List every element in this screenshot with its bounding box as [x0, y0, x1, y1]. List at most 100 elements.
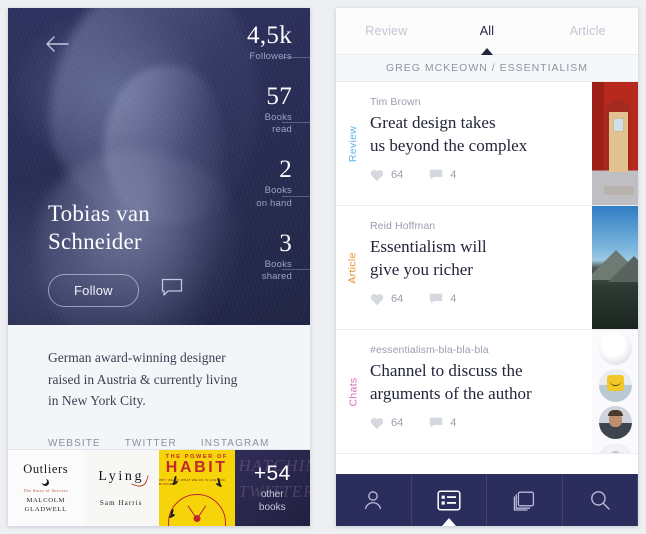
profile-books-strip: Outliers The Story of Success MALCOLM GL…: [8, 449, 310, 526]
comment-count: 4: [450, 417, 457, 430]
card-title: Essentialism will give you richer: [370, 236, 582, 282]
profile-name: Tobias van Schneider: [48, 200, 150, 254]
stat-followers: 4,5k Followers: [186, 22, 310, 63]
profile-hero: 4,5k Followers 57 Books read 2 Books on …: [8, 8, 310, 325]
feed-list-icon: [437, 489, 461, 511]
avatar[interactable]: [598, 443, 632, 453]
stat-books-read-label-line2: read: [272, 124, 292, 136]
book-outliers-author-line1: MALCOLM: [26, 496, 66, 504]
avatar[interactable]: [598, 406, 632, 439]
like-count: 64: [391, 417, 404, 430]
stat-rule: [282, 57, 310, 59]
more-books-label: other books: [259, 488, 286, 514]
link-twitter[interactable]: TWITTER: [125, 438, 177, 449]
card-category-label: Review: [347, 125, 360, 162]
stat-rule: [282, 269, 310, 271]
link-instagram[interactable]: INSTAGRAM: [201, 438, 270, 449]
feed-screen: Review All Article GREG MCKEOWN / ESSENT…: [336, 8, 638, 526]
tab-all[interactable]: All: [437, 24, 538, 38]
card-title: Great design takes us beyond the complex: [370, 112, 582, 158]
nav-cards[interactable]: [487, 474, 563, 526]
nav-profile[interactable]: [336, 474, 412, 526]
more-books-tile[interactable]: HATCHING TWITTER +54 other books: [234, 450, 310, 526]
message-button[interactable]: [161, 278, 183, 302]
book-context-banner[interactable]: GREG MCKEOWN / ESSENTIALISM: [336, 54, 638, 82]
card-category-rail: Chats: [336, 330, 370, 453]
comment-icon: [430, 169, 443, 180]
book-outliers-title: Outliers: [23, 461, 69, 476]
door-step-shape: [604, 186, 634, 195]
book-cover-habit[interactable]: THE POWER OF HABIT WHY WE DO WHAT WE DO …: [159, 450, 235, 526]
card-category-rail: Review: [336, 82, 370, 205]
like-count: 64: [391, 169, 404, 182]
participant-avatars: [592, 330, 638, 453]
book-habit-title: HABIT: [165, 459, 228, 477]
profile-links: WEBSITE TWITTER INSTAGRAM: [48, 438, 270, 449]
card-author: Tim Brown: [370, 96, 421, 108]
book-outliers-subtitle: The Story of Success: [23, 487, 68, 493]
card-body: Reid Hoffman Essentialism will give you …: [370, 206, 592, 329]
like-button[interactable]: 64: [370, 417, 403, 430]
comment-button[interactable]: 4: [429, 417, 456, 429]
profile-identity: Tobias van Schneider Follow: [48, 200, 208, 307]
profile-screen: 4,5k Followers 57 Books read 2 Books on …: [8, 8, 310, 526]
card-meta: 64 4: [370, 293, 582, 306]
nav-search[interactable]: [563, 474, 638, 526]
habit-runner-icon: [171, 476, 179, 487]
card-body: #essentialism-bla-bla-bla Channel to dis…: [370, 330, 592, 453]
card-category-rail: Article: [336, 206, 370, 329]
heart-icon: [370, 293, 384, 305]
stat-books-read: 57 Books read: [186, 83, 310, 136]
avatar[interactable]: [598, 332, 632, 365]
feed-card-chats[interactable]: Chats #essentialism-bla-bla-bla Channel …: [336, 330, 638, 454]
habit-center-dot: [193, 515, 201, 522]
book-outliers-dot-icon: [42, 478, 50, 486]
feed-card-review[interactable]: Review Tim Brown Great design takes us b…: [336, 82, 638, 206]
profile-bio-block: German award-winning designer raised in …: [8, 324, 310, 450]
search-icon: [590, 491, 610, 510]
link-website[interactable]: WEBSITE: [48, 438, 101, 449]
follow-button[interactable]: Follow: [48, 273, 139, 307]
like-button[interactable]: 64: [370, 169, 403, 182]
habit-runner-icon: [168, 509, 176, 520]
card-thumbnail-avatars: [592, 330, 638, 453]
bio-line-1: German award-winning designer: [48, 349, 226, 365]
like-button[interactable]: 64: [370, 293, 403, 306]
book-cover-outliers[interactable]: Outliers The Story of Success MALCOLM GL…: [8, 450, 84, 526]
app-screenshot: 4,5k Followers 57 Books read 2 Books on …: [0, 0, 646, 534]
card-category-label: Article: [347, 251, 359, 284]
comment-button[interactable]: 4: [429, 293, 456, 305]
cards-stack-icon: [514, 491, 535, 511]
card-meta: 64 4: [370, 169, 582, 182]
heart-icon: [370, 417, 384, 429]
stat-rule: [282, 195, 310, 197]
card-thumbnail-red-door: [592, 82, 638, 205]
tab-review[interactable]: Review: [336, 24, 437, 38]
comment-icon: [430, 417, 443, 428]
card-body: Tim Brown Great design takes us beyond t…: [370, 82, 592, 205]
like-count: 64: [391, 293, 404, 306]
book-cover-lying[interactable]: Lying Sam Harris: [83, 450, 159, 526]
more-books-label-line2: books: [258, 502, 286, 514]
card-meta: 64 4: [370, 417, 582, 430]
stat-books-on-hand-value: 2: [279, 156, 292, 184]
avatar[interactable]: [598, 369, 632, 402]
profile-bio: German award-winning designer raised in …: [48, 347, 270, 413]
tab-article[interactable]: Article: [537, 24, 638, 38]
profile-actions: Follow: [48, 273, 208, 307]
person-icon: [365, 491, 382, 510]
more-books-label-line1: other: [260, 489, 284, 501]
bio-line-2: raised in Austria & currently living: [48, 371, 238, 387]
feed-card-article[interactable]: Article Reid Hoffman Essentialism will g…: [336, 206, 638, 330]
comment-count: 4: [450, 293, 457, 306]
book-outliers-author-line2: GLADWELL: [24, 505, 67, 513]
more-books-count: +54: [253, 462, 291, 486]
back-button[interactable]: [44, 34, 70, 54]
stat-rule: [282, 122, 310, 124]
card-category-label: Chats: [347, 377, 359, 406]
card-title-line2: arguments of the author: [370, 383, 532, 403]
comment-icon: [430, 293, 443, 304]
card-author: #essentialism-bla-bla-bla: [370, 344, 489, 356]
comment-button[interactable]: 4: [429, 169, 456, 181]
stat-followers-value: 4,5k: [247, 22, 292, 49]
